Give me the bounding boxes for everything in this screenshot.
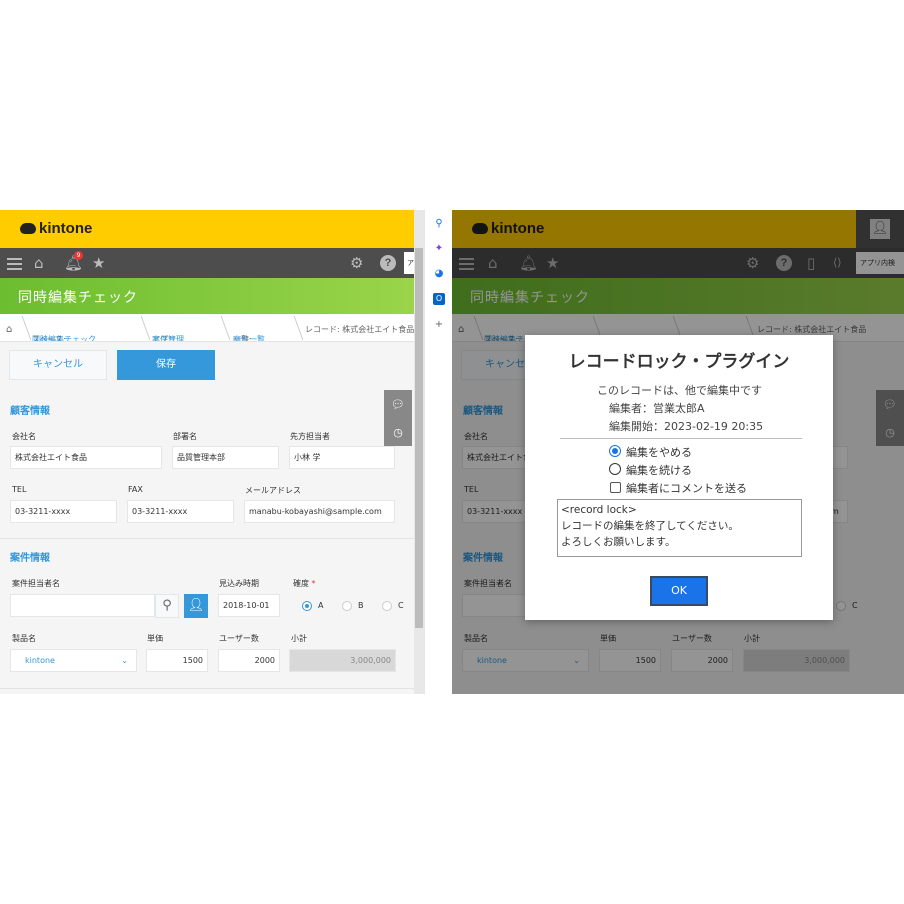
office-icon[interactable]: ◕ — [433, 268, 445, 280]
certainty-radio-c[interactable] — [382, 601, 392, 611]
email-label: メールアドレス — [245, 486, 301, 495]
stop-editing-label: 編集をやめる — [626, 446, 692, 459]
kintone-cloud-icon — [20, 223, 36, 234]
breadcrumb-space-link[interactable]: 同時編集チェック — [32, 334, 96, 341]
notification-badge: 9 — [74, 251, 83, 260]
date-field[interactable]: 2018-10-01 — [218, 594, 280, 617]
required-mark: * — [311, 579, 316, 588]
dept-field[interactable]: 品質管理本部 — [172, 446, 279, 469]
gear-icon[interactable]: ⚙ — [350, 254, 363, 272]
kintone-logo[interactable]: kintone — [20, 220, 92, 237]
certainty-c-label: C — [398, 601, 404, 610]
menu-icon[interactable] — [7, 258, 22, 270]
header-bar: kintone — [0, 210, 424, 248]
home-icon[interactable]: ⌂ — [34, 254, 44, 272]
copilot-icon[interactable]: ✦ — [433, 243, 445, 255]
customer-section-title: 顧客情報 — [10, 406, 50, 417]
certainty-radio-b[interactable] — [342, 601, 352, 611]
breadcrumb-separator — [12, 316, 32, 340]
product-select-value: kintone — [25, 656, 55, 665]
owner-search-button[interactable]: ⚲ — [155, 594, 179, 618]
browser-sidebar: ⚲ ✦ ◕ O + — [424, 210, 452, 694]
ok-button[interactable]: OK — [650, 576, 708, 606]
history-icon[interactable]: ◷ — [391, 426, 405, 440]
dialog-title: レコードロック・プラグイン — [568, 352, 790, 372]
contact-field[interactable]: 小林 学 — [289, 446, 395, 469]
breadcrumb-separator — [131, 316, 151, 340]
breadcrumb-home-icon[interactable]: ⌂ — [6, 324, 12, 335]
title-bar: 同時編集チェック — [0, 278, 424, 314]
owner-label: 案件担当者名 — [12, 579, 60, 588]
breadcrumb-list-link[interactable]: 案件一覧 — [233, 334, 265, 341]
contact-label: 先方担当者 — [290, 432, 330, 441]
logo-text: kintone — [39, 220, 93, 237]
send-comment-checkbox[interactable] — [610, 482, 621, 493]
price-field[interactable]: 1500 — [146, 649, 208, 672]
breadcrumb: ⌂ スペース: 同時編集チェック アプリ: 案件管理 一覧: 案件一覧 レコード… — [0, 314, 424, 342]
outlook-icon[interactable]: O — [433, 293, 445, 305]
certainty-b-label: B — [358, 601, 364, 610]
tel-field[interactable]: 03-3211-xxxx — [10, 500, 117, 523]
deal-section-title: 案件情報 — [10, 553, 50, 564]
price-label: 単価 — [147, 634, 163, 643]
breadcrumb-record: レコード: 株式会社エイト食品 — [305, 325, 415, 334]
side-panel-tabs: 💬︎ ◷ — [384, 390, 412, 446]
search-icon: ⚲ — [162, 598, 172, 613]
plus-icon[interactable]: + — [433, 319, 445, 331]
continue-editing-radio[interactable] — [609, 463, 621, 475]
send-comment-label: 編集者にコメントを送る — [626, 482, 747, 495]
scrollbar[interactable] — [414, 210, 424, 694]
dialog-editor: 編集者：営業太郎A — [609, 402, 705, 415]
breadcrumb-separator — [211, 316, 231, 340]
global-nav: ⌂ 🔔︎9 ★ ⚙ ? アプリ内検 — [0, 248, 424, 278]
fax-field[interactable]: 03-3211-xxxx — [127, 500, 234, 523]
product-select[interactable]: kintone ⌄ — [10, 649, 137, 672]
stop-editing-radio[interactable] — [609, 445, 621, 457]
certainty-label: 確度 * — [293, 578, 316, 589]
left-window: kintone ⌂ 🔔︎9 ★ ⚙ ? アプリ内検 同時編集チェック ⌂ スペー… — [0, 210, 424, 694]
section-divider — [0, 538, 414, 539]
subtotal-label: 小計 — [291, 634, 307, 643]
certainty-radio-a[interactable] — [302, 601, 312, 611]
help-icon[interactable]: ? — [380, 255, 396, 271]
cancel-button[interactable]: キャンセル — [9, 350, 107, 380]
bell-icon[interactable]: 🔔︎ 9 — [64, 251, 83, 272]
fax-label: FAX — [128, 485, 143, 494]
company-field[interactable]: 株式会社エイト食品 — [10, 446, 162, 469]
company-label: 会社名 — [12, 432, 36, 441]
comment-textarea[interactable]: <record lock> レコードの編集を終了してください。 よろしくお願いし… — [557, 499, 802, 557]
dialog-divider — [560, 438, 802, 439]
date-label: 見込み時期 — [219, 579, 259, 588]
users-field[interactable]: 2000 — [218, 649, 280, 672]
breadcrumb-separator — [284, 316, 304, 340]
email-field[interactable]: manabu-kobayashi@sample.com — [244, 500, 395, 523]
breadcrumb-app-link[interactable]: 案件管理 — [152, 334, 184, 341]
user-icon: 👤︎ — [187, 598, 205, 613]
owner-user-button[interactable]: 👤︎ — [184, 594, 208, 618]
section-divider — [0, 688, 414, 689]
product-label: 製品名 — [12, 634, 36, 643]
page-title: 同時編集チェック — [18, 290, 138, 306]
dialog-message: このレコードは、他で編集中です — [597, 384, 762, 397]
chevron-down-icon: ⌄ — [121, 656, 128, 665]
scrollbar-thumb[interactable] — [415, 248, 423, 628]
certainty-a-label: A — [318, 601, 324, 610]
subtotal-field: 3,000,000 — [289, 649, 396, 672]
certainty-label-text: 確度 — [293, 579, 309, 588]
continue-editing-label: 編集を続ける — [626, 464, 692, 477]
comment-icon[interactable]: 💬︎ — [391, 398, 405, 412]
search-icon[interactable]: ⚲ — [433, 218, 445, 230]
owner-field[interactable] — [10, 594, 155, 617]
dialog-started: 編集開始：2023-02-19 20:35 — [609, 420, 764, 433]
dept-label: 部署名 — [173, 432, 197, 441]
record-lock-dialog: レコードロック・プラグイン このレコードは、他で編集中です 編集者：営業太郎A … — [525, 335, 833, 620]
star-icon[interactable]: ★ — [92, 254, 105, 272]
save-button[interactable]: 保存 — [117, 350, 215, 380]
tel-label: TEL — [12, 485, 27, 494]
users-label: ユーザー数 — [219, 634, 259, 643]
